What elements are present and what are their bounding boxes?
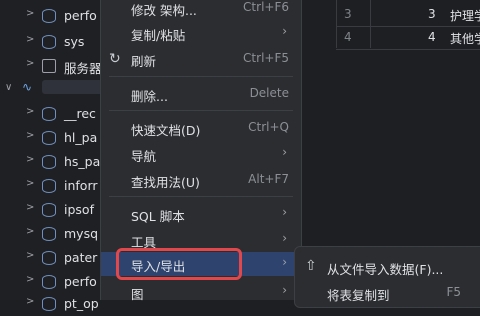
tree-item-label: hl_pa [64, 130, 98, 145]
chevron-right-icon[interactable]: > [26, 131, 34, 141]
tree-item-label: ipsof [64, 202, 94, 217]
row-number: 4 [344, 30, 352, 44]
tree-item-label: 服务器 [64, 61, 102, 76]
chevron-right-icon: › [282, 231, 287, 245]
grid-divider [336, 0, 337, 48]
cell-value[interactable]: 3 [428, 7, 436, 21]
menu-item-quick-doc[interactable]: 快速文档(D) Ctrl+Q [101, 116, 301, 140]
menu-item-delete[interactable]: 删除... Delete [101, 82, 301, 106]
folder-icon [42, 59, 56, 73]
cell-text[interactable]: 其他学 [450, 30, 480, 47]
menu-item-modify-schema[interactable]: 修改 架构... Ctrl+F6 [101, 0, 301, 20]
chevron-right-icon[interactable]: > [26, 275, 34, 285]
menu-item-label: 查找用法(U) [131, 175, 200, 190]
menu-item-label: SQL 脚本 [131, 209, 185, 224]
schema-icon [42, 155, 56, 169]
schema-icon [42, 275, 56, 289]
menu-separator [109, 110, 293, 111]
menu-item-refresh[interactable]: ↻ 刷新 Ctrl+F5 [101, 47, 301, 71]
grid-divider [370, 0, 371, 48]
chevron-right-icon: › [282, 205, 287, 219]
chevron-right-icon[interactable]: > [26, 251, 34, 261]
shortcut-label: Ctrl+Q [248, 120, 289, 134]
chevron-right-icon: › [282, 255, 287, 269]
table-row[interactable]: 3 3 护理学 [336, 4, 480, 27]
chevron-right-icon[interactable]: > [26, 59, 34, 69]
cell-text[interactable]: 护理学 [450, 7, 480, 24]
shortcut-label: Ctrl+F6 [243, 0, 289, 14]
data-grid: 3 3 护理学 4 4 其他学 [336, 0, 480, 50]
schema-icon [42, 131, 56, 145]
menu-item-label: 从文件导入数据(F)... [327, 262, 444, 277]
tree-item-label: pt_op [64, 296, 99, 311]
menu-item-find-usages[interactable]: 查找用法(U) Alt+F7 [101, 168, 301, 192]
shortcut-label: Alt+F7 [248, 172, 289, 186]
menu-item-label: 图 [131, 287, 144, 302]
chevron-right-icon: › [282, 283, 287, 297]
chevron-right-icon[interactable]: > [26, 227, 34, 237]
chevron-right-icon[interactable]: > [26, 203, 34, 213]
menu-item-label: 修改 架构... [131, 3, 197, 18]
chevron-right-icon[interactable]: > [26, 35, 34, 45]
refresh-icon: ↻ [109, 51, 121, 67]
chevron-right-icon: › [282, 145, 287, 159]
table-row[interactable]: 4 4 其他学 [336, 27, 480, 50]
upload-icon: ⇧ [305, 258, 317, 274]
menu-item-label: 删除... [131, 89, 168, 104]
schema-icon [42, 251, 56, 265]
tree-item-label: hs_pa [64, 154, 101, 169]
schema-icon [42, 203, 56, 217]
chevron-right-icon[interactable]: > [26, 179, 34, 189]
row-number: 3 [344, 7, 352, 21]
menu-item-diagram[interactable]: 图 › [101, 280, 301, 304]
menu-separator [109, 76, 293, 77]
schema-icon [42, 227, 56, 241]
menu-item-sql-scripts[interactable]: SQL 脚本 › [101, 202, 301, 226]
menu-item-label: 复制/粘贴 [131, 28, 186, 43]
schema-icon [42, 179, 56, 193]
schema-icon [42, 35, 56, 49]
shortcut-label: Ctrl+F5 [243, 51, 289, 65]
tree-item-label: sys [64, 34, 85, 49]
cell-value[interactable]: 4 [428, 30, 436, 44]
schema-icon [42, 297, 56, 311]
menu-item-copy-table-to[interactable]: 将表复制到 F5 [295, 281, 480, 305]
chevron-right-icon: › [282, 24, 287, 38]
chevron-right-icon[interactable]: > [26, 107, 34, 117]
chevron-right-icon[interactable]: > [26, 9, 34, 19]
tree-item-label: __rec [64, 106, 96, 121]
connection-name-redacted [42, 80, 102, 94]
tree-item-label: pater [64, 250, 98, 265]
menu-item-label: 快速文档(D) [131, 123, 201, 138]
menu-item-navigate[interactable]: 导航 › [101, 142, 301, 166]
connection-icon: ∿ [22, 80, 33, 94]
menu-item-label: 将表复制到 [327, 288, 390, 303]
import-export-submenu: ⇧ 从文件导入数据(F)... 将表复制到 F5 [294, 246, 480, 308]
menu-item-import-from-file[interactable]: ⇧ 从文件导入数据(F)... [295, 255, 480, 279]
menu-item-label: 刷新 [131, 54, 157, 69]
tree-item-label: perfo [64, 274, 97, 289]
shortcut-label: F5 [446, 285, 461, 299]
tree-item-label: mysq [64, 226, 99, 241]
menu-separator [109, 196, 293, 197]
highlight-box [116, 248, 242, 280]
chevron-right-icon[interactable]: > [26, 297, 34, 307]
schema-icon [42, 9, 56, 23]
shortcut-label: Delete [249, 86, 289, 100]
chevron-right-icon[interactable]: > [26, 155, 34, 165]
chevron-down-icon[interactable]: ∨ [5, 82, 12, 93]
menu-item-copy-paste[interactable]: 复制/粘贴 › [101, 21, 301, 45]
menu-item-label: 导航 [131, 149, 157, 164]
schema-icon [42, 107, 56, 121]
tree-item-label: inforr [64, 178, 98, 193]
tree-item-label: perfo [64, 8, 97, 23]
